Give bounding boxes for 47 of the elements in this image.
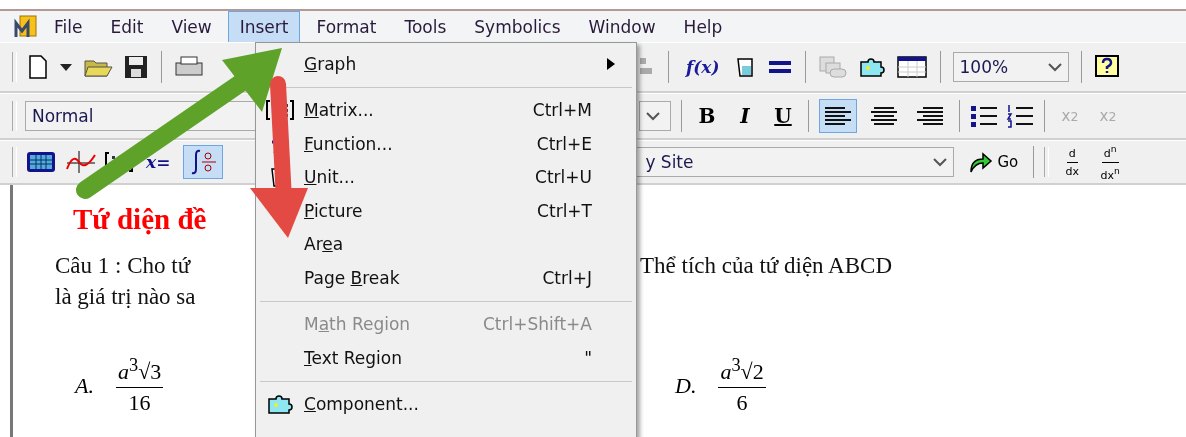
menu-item[interactable]: View xyxy=(159,10,224,43)
shortcut-text: Ctrl+M xyxy=(532,100,592,121)
menu-item-label: Graph xyxy=(304,53,358,74)
menu-item[interactable]: File xyxy=(42,10,95,43)
menu-item[interactable]: Insert xyxy=(227,10,301,43)
go-button[interactable]: Go xyxy=(962,145,1024,179)
derivative-button[interactable]: d dx xyxy=(1057,145,1088,179)
menu-item-label: Math Region xyxy=(304,314,412,335)
underline-button[interactable]: U xyxy=(768,99,798,133)
menu-item[interactable]: Symbolics xyxy=(462,10,573,43)
shortcut-text: Ctrl+J xyxy=(542,267,592,288)
evaluation-button[interactable]: x= xyxy=(141,145,176,179)
shortcut-text: Ctrl+T xyxy=(537,200,592,221)
shortcut-text: Ctrl+Shift+A xyxy=(483,314,592,335)
answer-option: D. a$^{3}$√2 6 xyxy=(675,355,766,417)
question-text: Câu 1 : Cho tứ xyxy=(55,253,191,279)
menu-item[interactable]: Component... xyxy=(256,387,636,421)
menu-item-label: Matrix... xyxy=(304,100,375,121)
italic-button[interactable]: I xyxy=(730,99,760,133)
menu-item[interactable]: Tools xyxy=(392,10,459,43)
menu-item-label: Text Region xyxy=(304,347,403,368)
menu-item[interactable]: Window xyxy=(576,10,668,43)
menu-item-label: Unit... xyxy=(304,167,356,188)
menu-item[interactable]: Format xyxy=(304,10,389,43)
shortcut-text: Ctrl+U xyxy=(535,167,592,188)
question-text: là giá trị nào sa xyxy=(55,284,196,310)
menu-item[interactable]: Edit xyxy=(98,10,156,43)
shortcut-text: " xyxy=(584,347,592,368)
menu-item[interactable]: Matrix... Ctrl+M xyxy=(256,93,636,127)
menu-item[interactable]: Page Break Ctrl+J xyxy=(256,261,636,295)
menu-item-label: Component... xyxy=(304,394,420,415)
menu-item-label: Picture xyxy=(304,200,364,221)
derivative-button[interactable]: d$^{n}$ dx$^{n}$ xyxy=(1095,145,1126,179)
bold-button[interactable]: B xyxy=(692,99,722,133)
zoom-dropdown[interactable]: 100% xyxy=(952,52,1069,82)
shortcut-text: Ctrl+E xyxy=(536,133,592,154)
function-button[interactable]: f(x) xyxy=(681,50,725,84)
menu-item-label: Function... xyxy=(304,133,394,154)
menu-item[interactable]: Help xyxy=(671,10,735,43)
document-title: Tứ diện đề xyxy=(73,203,207,236)
answer-option: A. a$^{3}$√3 16 xyxy=(75,355,164,417)
menu-item[interactable]: Area xyxy=(256,227,636,261)
menu-item[interactable]: Picture Ctrl+T xyxy=(256,194,636,228)
menu-item-label: Area xyxy=(304,234,345,255)
menu-item-label: Page Break xyxy=(304,267,401,288)
menu-item[interactable]: Text Region " xyxy=(256,341,636,375)
question-text: Thể tích của tứ diện ABCD xyxy=(640,253,892,279)
